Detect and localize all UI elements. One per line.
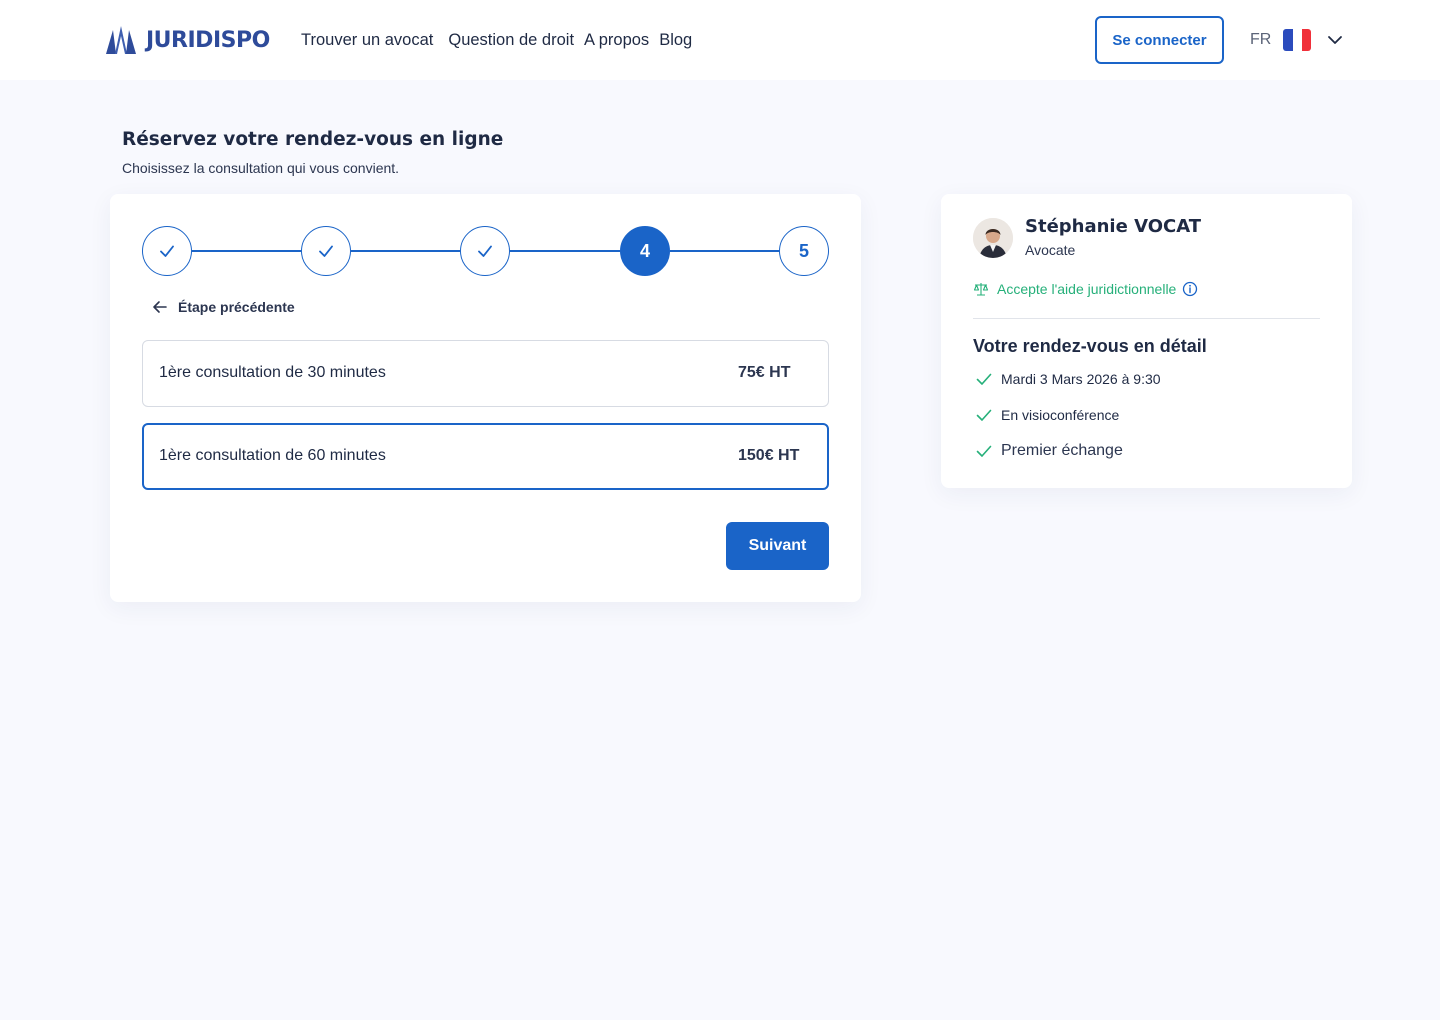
language-code: FR <box>1250 31 1272 48</box>
step-1-completed[interactable] <box>142 226 192 276</box>
appointment-date-text: Mardi 3 Mars 2026 à 9:30 <box>1001 371 1161 387</box>
check-icon <box>976 373 992 385</box>
step-connector <box>192 250 301 252</box>
site-header: JURIDISPO Trouver un avocat Question de … <box>0 0 1440 80</box>
balance-scale-icon <box>973 283 989 296</box>
nav-link-find-lawyer[interactable]: Trouver un avocat <box>301 29 433 51</box>
france-flag-icon <box>1283 29 1312 51</box>
login-button[interactable]: Se connecter <box>1095 16 1224 64</box>
main-nav: Trouver un avocat Question de droit A pr… <box>301 29 692 51</box>
step-3-completed[interactable] <box>460 226 510 276</box>
info-icon[interactable] <box>1182 281 1198 297</box>
logo-mark-icon <box>106 26 136 54</box>
step-5-upcoming: 5 <box>779 226 829 276</box>
check-icon <box>976 445 992 457</box>
previous-step-link[interactable]: Étape précédente <box>152 299 295 315</box>
option-label: 1ère consultation de 60 minutes <box>159 447 386 464</box>
check-icon <box>976 409 992 421</box>
chevron-down-icon <box>1328 36 1343 44</box>
option-price: 150€ HT <box>738 447 800 464</box>
appointment-type: Premier échange <box>975 442 1123 460</box>
appointment-mode: En visioconférence <box>975 406 1119 424</box>
lawyer-role: Avocate <box>1025 242 1076 258</box>
lawyer-name: Stéphanie VOCAT <box>1025 216 1202 237</box>
legal-aid-badge: Accepte l'aide juridictionnelle <box>973 281 1198 297</box>
page-subtitle: Choisissez la consultation qui vous conv… <box>122 160 400 176</box>
previous-step-label: Étape précédente <box>178 299 295 315</box>
check-icon <box>160 245 174 257</box>
step-connector <box>351 250 460 252</box>
appointment-mode-text: En visioconférence <box>1001 407 1120 423</box>
consultation-option-60min[interactable]: 1ère consultation de 60 minutes 150€ HT <box>142 423 829 490</box>
consultation-option-30min[interactable]: 1ère consultation de 30 minutes 75€ HT <box>142 340 829 407</box>
appointment-type-text: Premier échange <box>1001 442 1123 459</box>
check-icon <box>478 245 492 257</box>
brand-name: JURIDISPO <box>146 27 270 53</box>
language-selector[interactable]: FR <box>1250 28 1343 52</box>
nav-link-about[interactable]: A propos <box>584 29 649 51</box>
option-label: 1ère consultation de 30 minutes <box>159 364 386 381</box>
appointment-date: Mardi 3 Mars 2026 à 9:30 <box>975 370 1161 388</box>
step-connector <box>670 250 779 252</box>
nav-link-blog[interactable]: Blog <box>659 29 692 51</box>
appointment-details-title: Votre rendez-vous en détail <box>973 336 1207 356</box>
step-4-current: 4 <box>620 226 670 276</box>
divider <box>973 318 1320 319</box>
brand-logo[interactable]: JURIDISPO <box>104 24 270 56</box>
step-connector <box>510 250 620 252</box>
booking-card: 4 5 Étape précédente 1ère consultation d… <box>110 194 861 602</box>
check-icon <box>319 245 333 257</box>
lawyer-summary-card: Stéphanie VOCAT Avocate Accepte l'aide j… <box>941 194 1352 488</box>
lawyer-avatar <box>973 218 1013 258</box>
booking-stepper: 4 5 <box>142 226 829 276</box>
arrow-left-icon <box>153 301 167 313</box>
legal-aid-label: Accepte l'aide juridictionnelle <box>997 281 1177 297</box>
nav-link-legal-question[interactable]: Question de droit <box>448 29 574 51</box>
step-2-completed[interactable] <box>301 226 351 276</box>
person-avatar-icon <box>973 218 1013 258</box>
option-price: 75€ HT <box>738 364 791 381</box>
next-button[interactable]: Suivant <box>726 522 829 570</box>
page-title: Réservez votre rendez-vous en ligne <box>122 129 504 150</box>
